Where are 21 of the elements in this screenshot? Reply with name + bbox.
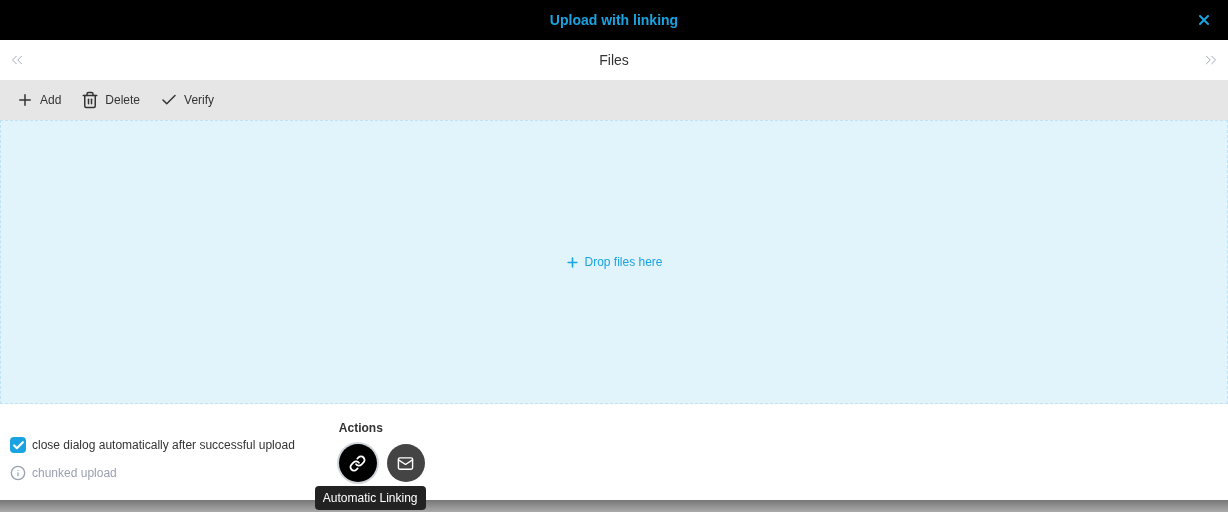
trash-icon bbox=[81, 91, 100, 109]
window-title: Upload with linking bbox=[549, 11, 679, 30]
link-icon bbox=[349, 454, 367, 472]
info-icon bbox=[10, 465, 26, 481]
checkbox[interactable] bbox=[10, 437, 26, 453]
drop-label: Drop files here bbox=[584, 254, 663, 270]
close-icon[interactable] bbox=[1196, 12, 1212, 28]
toolbar-button[interactable]: Verify bbox=[160, 91, 215, 109]
actions-title: Actions bbox=[338, 420, 384, 436]
chunked-upload-label: chunked upload bbox=[32, 465, 117, 481]
check-icon bbox=[11, 438, 25, 452]
toolbar-button[interactable]: Delete bbox=[81, 91, 141, 109]
action-button[interactable] bbox=[338, 444, 377, 482]
envelope-icon bbox=[397, 454, 415, 472]
plus-icon bbox=[16, 91, 34, 109]
toolbar-button[interactable]: Add bbox=[16, 91, 62, 109]
tooltip: Automatic Linking bbox=[314, 486, 426, 510]
action-button[interactable] bbox=[386, 444, 425, 482]
checkbox-label: close dialog automatically after successful upload bbox=[32, 437, 295, 453]
pager-title: Files bbox=[599, 51, 629, 70]
plus-icon bbox=[565, 254, 581, 270]
